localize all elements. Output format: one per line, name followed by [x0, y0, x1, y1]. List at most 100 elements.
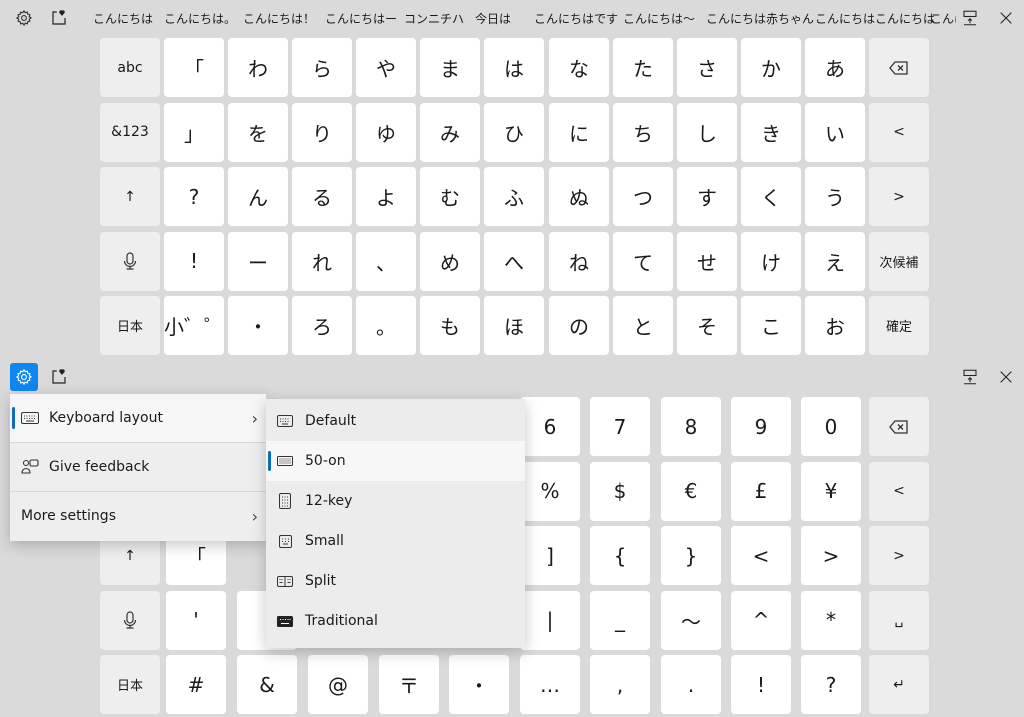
key[interactable]: け [741, 231, 801, 291]
candidate-9[interactable]: こんにちは赤ちゃん [706, 10, 814, 27]
key[interactable]: ひ [484, 102, 544, 162]
key[interactable]: そ [677, 296, 737, 355]
next-candidate-key[interactable]: 次候補 [869, 231, 929, 291]
key[interactable]: , [590, 655, 650, 714]
key[interactable]: と [613, 296, 673, 355]
cursor-right-key[interactable]: > [869, 167, 929, 226]
key[interactable]: 。 [356, 296, 416, 355]
candidate-2[interactable]: こんにちは。 [164, 10, 236, 27]
key[interactable]: ん [228, 167, 288, 226]
key[interactable]: う [805, 167, 865, 226]
key[interactable]: れ [292, 231, 352, 291]
symbols-key[interactable]: &123 [100, 102, 160, 162]
language-key[interactable]: 日本 [100, 655, 160, 714]
key[interactable]: え [805, 231, 865, 291]
key[interactable]: め [420, 231, 480, 291]
key[interactable]: た [613, 38, 673, 97]
key[interactable]: ・ [228, 296, 288, 355]
key[interactable]: } [661, 526, 721, 585]
key[interactable]: み [420, 102, 480, 162]
language-key[interactable]: 日本 [100, 296, 160, 355]
key[interactable]: 7 [590, 397, 650, 456]
layout-option-default[interactable]: Default [266, 401, 525, 441]
key[interactable]: ! [731, 655, 791, 714]
undock-button[interactable] [956, 363, 984, 391]
candidate-6[interactable]: 今日は [475, 10, 511, 27]
key[interactable]: わ [228, 38, 288, 97]
layout-option-small[interactable]: Small [266, 521, 525, 561]
key[interactable]: へ [484, 231, 544, 291]
key[interactable]: > [801, 526, 861, 585]
key[interactable]: の [549, 296, 609, 355]
candidate-4[interactable]: こんにちはー [325, 10, 397, 27]
layout-option-12-key[interactable]: 12-key [266, 481, 525, 521]
cursor-right-key[interactable]: > [869, 526, 929, 585]
key[interactable]: を [228, 102, 288, 162]
candidate-5[interactable]: コンニチハ [404, 10, 464, 27]
emoji-button[interactable] [45, 363, 73, 391]
cursor-left-key[interactable]: < [869, 461, 929, 521]
menu-item-give-feedback[interactable]: Give feedback [10, 443, 266, 491]
key[interactable]: ゆ [356, 102, 416, 162]
candidate-8[interactable]: こんにちは〜 [623, 10, 695, 27]
key[interactable]: ね [549, 231, 609, 291]
key[interactable]: 「 [164, 38, 224, 97]
candidate-10[interactable]: こんにちはこんにちは [815, 10, 935, 27]
shift-key[interactable]: ↑ [100, 167, 160, 226]
settings-button[interactable] [10, 4, 38, 32]
abc-key[interactable]: abc [100, 38, 160, 97]
key[interactable]: * [801, 590, 861, 650]
key[interactable]: も [420, 296, 480, 355]
key[interactable]: せ [677, 231, 737, 291]
key[interactable]: ろ [292, 296, 352, 355]
key[interactable]: す [677, 167, 737, 226]
key[interactable]: … [520, 655, 580, 714]
key[interactable]: £ [731, 461, 791, 521]
menu-item-keyboard-layout[interactable]: Keyboard layout › [10, 394, 266, 442]
emoji-button[interactable] [45, 4, 73, 32]
key[interactable]: や [356, 38, 416, 97]
enter-key[interactable]: ↵ [869, 655, 929, 714]
key[interactable]: < [731, 526, 791, 585]
space-key[interactable]: ␣ [869, 590, 929, 650]
key[interactable]: ー [228, 231, 288, 291]
key[interactable]: ^ [731, 590, 791, 650]
key[interactable]: % [520, 461, 580, 521]
key[interactable]: ふ [484, 167, 544, 226]
key[interactable]: つ [613, 167, 673, 226]
settings-button-active[interactable] [10, 363, 38, 391]
key[interactable]: ほ [484, 296, 544, 355]
key[interactable]: む [420, 167, 480, 226]
key[interactable]: 6 [520, 397, 580, 456]
key[interactable]: き [741, 102, 801, 162]
undock-button[interactable] [956, 4, 984, 32]
key[interactable]: ら [292, 38, 352, 97]
key[interactable]: ? [801, 655, 861, 714]
key[interactable]: 8 [661, 397, 721, 456]
candidate-1[interactable]: こんにちは [93, 10, 153, 27]
close-button[interactable] [992, 4, 1020, 32]
key[interactable]: @ [308, 655, 368, 714]
candidate-7[interactable]: こんにちはです [534, 10, 618, 27]
key[interactable]: ? [164, 167, 224, 226]
key[interactable]: よ [356, 167, 416, 226]
key[interactable]: ¥ [801, 461, 861, 521]
key[interactable]: し [677, 102, 737, 162]
layout-option-split[interactable]: Split [266, 561, 525, 601]
key[interactable]: _ [590, 590, 650, 650]
key[interactable]: { [590, 526, 650, 585]
key[interactable]: さ [677, 38, 737, 97]
key[interactable]: く [741, 167, 801, 226]
key[interactable]: 〒 [379, 655, 439, 714]
layout-option-traditional[interactable]: Traditional [266, 601, 525, 641]
key[interactable]: ! [164, 231, 224, 291]
key[interactable]: € [661, 461, 721, 521]
candidate-11[interactable]: こんにちは [930, 10, 956, 27]
key[interactable]: ・ [449, 655, 509, 714]
key[interactable]: い [805, 102, 865, 162]
key[interactable]: る [292, 167, 352, 226]
key[interactable]: に [549, 102, 609, 162]
key[interactable]: 9 [731, 397, 791, 456]
key[interactable]: 、 [356, 231, 416, 291]
cursor-left-key[interactable]: < [869, 102, 929, 162]
